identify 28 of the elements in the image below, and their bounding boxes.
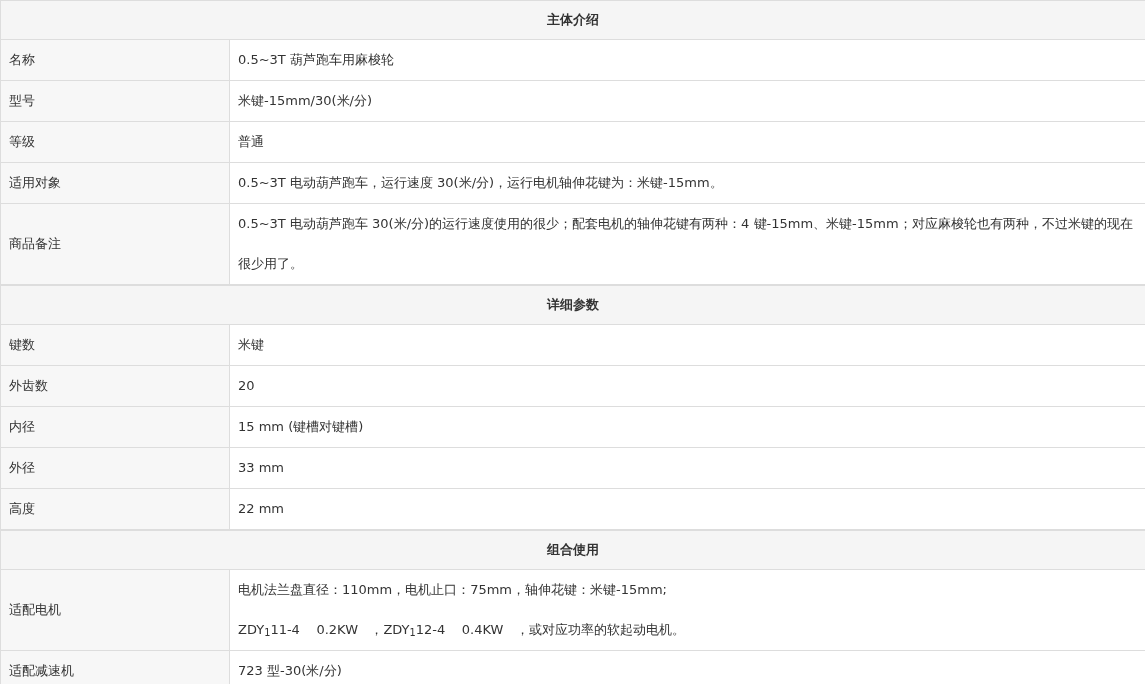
row-label: 键数 <box>9 336 35 355</box>
cell-text: 电机法兰盘直径：110mm，电机止口：75mm，轴伸花键：米键-15mm; <box>238 581 668 599</box>
cell-text: ZDY$_{1}$11-4 0.2KW ，ZDY$_{1}$12-4 0.4KW ，或对应功率的软起动电机。 <box>238 621 686 641</box>
cell-text: 米键-15mm/30(米/分) <box>238 92 373 110</box>
row-label: 型号 <box>9 92 35 111</box>
cell-text: 33 mm <box>238 459 285 477</box>
section-heading: 组合使用 <box>547 541 599 560</box>
row-label: 适配减速机 <box>9 662 74 681</box>
section-heading: 详细参数 <box>547 296 599 315</box>
section-heading: 主体介绍 <box>547 11 599 30</box>
row-label: 名称 <box>9 51 35 70</box>
cell-text: 0.5~3T 葫芦跑车用麻梭轮 <box>238 51 395 69</box>
row-label: 外径 <box>9 459 35 478</box>
row-label: 适用对象 <box>9 174 61 193</box>
cell-text: 0.5~3T 电动葫芦跑车 30(米/分)的运行速度使用的很少；配套电机的轴伸花键有两种：4 键-15mm、米键-15mm；对应麻梭轮也有两种，不过米键的现在很少用了。 <box>238 215 1134 273</box>
cell-text: 米键 <box>238 336 265 354</box>
cell-text: 15 mm (键槽对键槽) <box>238 418 365 436</box>
row-label: 等级 <box>9 133 35 152</box>
row-label: 内径 <box>9 418 35 437</box>
cell-text: 普通 <box>238 133 265 151</box>
row-label: 适配电机 <box>9 601 61 620</box>
cell-text: 22 mm <box>238 500 285 518</box>
cell-text: 723 型-30(米/分) <box>238 662 343 680</box>
cell-text: 0.5~3T 电动葫芦跑车，运行速度 30(米/分)，运行电机轴伸花键为：米键-15mm。 <box>238 174 724 192</box>
row-label: 高度 <box>9 500 35 519</box>
cell-text: 20 <box>238 377 256 395</box>
row-label: 商品备注 <box>9 235 61 254</box>
row-label: 外齿数 <box>9 377 48 396</box>
